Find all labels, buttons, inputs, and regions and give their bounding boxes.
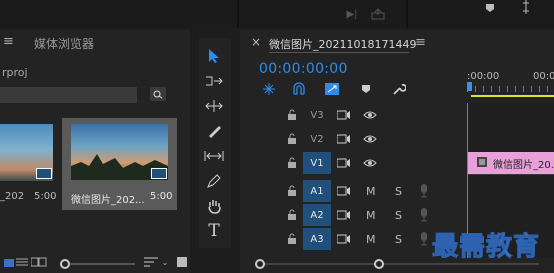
ruler-label-next: 00:0 (533, 71, 554, 82)
list-view-icon[interactable] (14, 256, 30, 268)
ruler-label-start: :00:00 (467, 71, 500, 82)
search-input[interactable] (0, 87, 137, 103)
eye-icon[interactable] (362, 108, 378, 122)
track-row-a2: A2 M S (267, 203, 467, 227)
project-panel: ≡ 媒体浏览器 rproj _202 5:00 微信图片_202... 5:00… (0, 30, 190, 273)
solo-button[interactable]: S (395, 185, 402, 198)
panel-menu-icon[interactable]: ≡ (3, 34, 14, 49)
zoom-slider-handle[interactable] (60, 259, 70, 269)
mute-button[interactable]: M (366, 209, 376, 222)
lock-icon[interactable] (286, 184, 298, 198)
track-row-v3: V3 (267, 103, 467, 127)
close-tab-icon[interactable]: × (251, 35, 261, 49)
timeline-zoom-scrollbar[interactable] (374, 259, 539, 269)
icon-view-icon[interactable] (30, 256, 48, 268)
clip-label: 微信图片_20... (493, 160, 554, 171)
work-area-bar[interactable] (471, 95, 554, 97)
lock-icon[interactable] (286, 232, 298, 246)
tools-panel: T (199, 38, 231, 248)
lock-icon[interactable] (286, 156, 298, 170)
sequence-tab[interactable]: 微信图片_20211018171449 (269, 36, 416, 52)
track-label[interactable]: A1 (303, 180, 331, 202)
track-label[interactable]: V2 (306, 129, 328, 149)
track-row-a1: A1 M S (267, 179, 467, 203)
microphone-icon[interactable] (418, 231, 430, 247)
ruler-ticks (467, 86, 554, 92)
clip-badge-icon (36, 168, 52, 179)
track-label[interactable]: A3 (303, 228, 331, 250)
track-divider (467, 174, 554, 175)
playhead-timecode[interactable]: 00:00:00:00 (259, 61, 348, 77)
clip-fx-icon (476, 157, 487, 167)
clip-thumbnail (71, 124, 168, 180)
sync-lock-icon[interactable] (336, 232, 352, 246)
automate-icon[interactable] (176, 256, 188, 268)
track-label[interactable]: A2 (303, 204, 331, 226)
video-clip[interactable]: 微信图片_20... (468, 152, 554, 174)
clip-duration: 5:00 (34, 191, 57, 202)
time-ruler[interactable]: :00:00 00:0 (467, 68, 554, 98)
lock-icon[interactable] (286, 208, 298, 222)
type-tool-icon[interactable]: T (199, 219, 229, 243)
track-row-v2: V2 (267, 127, 467, 151)
solo-button[interactable]: S (395, 209, 402, 222)
microphone-icon[interactable] (418, 207, 430, 223)
clip-duration: 5:00 (150, 191, 173, 202)
solo-button[interactable]: S (395, 233, 402, 246)
nest-insert-icon[interactable] (259, 81, 279, 97)
zoom-slider[interactable] (60, 259, 135, 269)
scroll-handle-left[interactable] (255, 259, 265, 269)
track-select-icon[interactable] (199, 69, 229, 93)
sync-lock-icon[interactable] (336, 108, 352, 122)
find-icon[interactable] (150, 87, 166, 101)
mute-button[interactable]: M (366, 233, 376, 246)
hand-icon[interactable] (199, 194, 229, 218)
lock-icon[interactable] (286, 132, 298, 146)
track-row-v1: V1 (267, 151, 467, 175)
track-label[interactable]: V1 (303, 152, 331, 174)
eye-icon[interactable] (362, 156, 378, 170)
snap-magnet-icon[interactable] (289, 81, 309, 97)
sort-icon[interactable] (143, 256, 159, 268)
selected-clip-card[interactable]: 微信图片_202... 5:00 (62, 118, 177, 210)
playhead-marker[interactable] (467, 82, 472, 91)
sync-lock-icon[interactable] (336, 156, 352, 170)
top-divider-left (237, 0, 239, 28)
eye-icon[interactable] (362, 132, 378, 146)
in-out-bracket-icon[interactable] (519, 0, 533, 14)
top-strip: ▶| (0, 0, 554, 28)
panel-menu-icon[interactable]: ≡ (415, 35, 426, 50)
clip-thumbnail[interactable] (0, 124, 53, 181)
add-marker-icon[interactable] (358, 81, 374, 97)
selection-tool-icon[interactable] (199, 44, 229, 68)
track-label[interactable]: V3 (306, 105, 328, 125)
microphone-icon[interactable] (418, 183, 430, 199)
export-frame-icon[interactable] (370, 6, 386, 22)
mute-button[interactable]: M (366, 185, 376, 198)
clip-badge-icon (151, 168, 167, 179)
marker-icon[interactable] (484, 2, 496, 14)
lock-icon[interactable] (286, 108, 298, 122)
slip-icon[interactable] (199, 144, 229, 168)
linked-selection-icon[interactable] (322, 81, 342, 97)
watermark: 最需教育 (431, 232, 541, 263)
sync-lock-icon[interactable] (336, 132, 352, 146)
write-protect-icon[interactable] (4, 258, 14, 268)
clip-name: 微信图片_202... (71, 195, 145, 206)
sync-lock-icon[interactable] (336, 184, 352, 198)
pen-icon[interactable] (199, 169, 229, 193)
step-forward-icon[interactable]: ▶| (344, 6, 360, 22)
tab-media-browser[interactable]: 媒体浏览器 (34, 35, 94, 52)
wrench-settings-icon[interactable] (391, 81, 407, 97)
sort-chevron-icon[interactable]: ⌄ (160, 257, 170, 267)
clip-name: _202 (0, 191, 25, 202)
razor-icon[interactable] (199, 119, 229, 143)
sync-lock-icon[interactable] (336, 208, 352, 222)
top-divider-right (406, 0, 408, 28)
scroll-handle-right[interactable] (374, 259, 384, 269)
tab-underline (269, 52, 409, 53)
ripple-edit-icon[interactable] (199, 94, 229, 118)
project-path: rproj (2, 66, 28, 79)
